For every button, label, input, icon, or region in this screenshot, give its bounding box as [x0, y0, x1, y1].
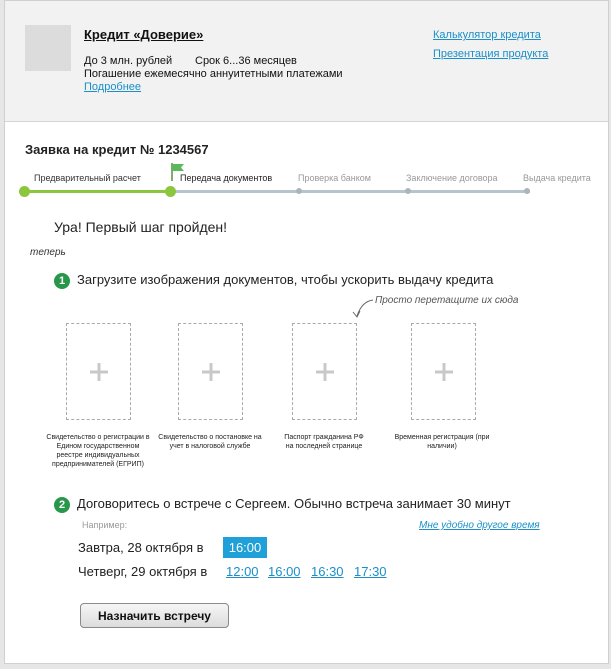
plus-icon: [201, 362, 220, 381]
step-number-badge: 2: [54, 497, 70, 513]
step-dot: [296, 188, 302, 194]
document-caption: Свидетельство о постановке на учет в нал…: [158, 434, 262, 450]
step-number-badge: 1: [54, 273, 70, 289]
upload-slot-egrip[interactable]: [66, 323, 131, 420]
application-title: Заявка на кредит № 1234567: [25, 142, 209, 157]
day1-label: Завтра, 28 октября в: [78, 540, 204, 555]
step-label: Заключение договора: [406, 173, 498, 183]
product-term: Срок 6...36 месяцев: [195, 55, 297, 67]
product-repayment: Погашение ежемесячно аннуитетными платеж…: [84, 68, 343, 80]
product-title[interactable]: Кредит «Доверие»: [84, 27, 203, 42]
progress-done-track: [25, 190, 170, 193]
now-label: теперь: [30, 247, 66, 258]
product-image: [25, 25, 71, 71]
time-slot[interactable]: 16:30: [311, 564, 344, 579]
plus-icon: [89, 362, 108, 381]
product-amount: До 3 млн. рублей: [84, 55, 173, 67]
step-label: Проверка банком: [298, 173, 371, 183]
application-page: Кредит «Доверие» До 3 млн. рублей Срок 6…: [4, 0, 609, 664]
step-label: Предварительный расчет: [34, 173, 141, 183]
calculator-link[interactable]: Калькулятор кредита: [433, 29, 541, 41]
document-caption: Свидетельство о регистрации в Едином гос…: [46, 434, 150, 468]
more-link[interactable]: Подробнее: [84, 81, 141, 93]
time-slot[interactable]: 12:00: [226, 564, 259, 579]
step-dot-done: [19, 186, 30, 197]
drag-hint: Просто перетащите их сюда: [375, 295, 519, 306]
document-caption: Временная регистрация (при наличии): [394, 434, 490, 450]
time-slot[interactable]: 17:30: [354, 564, 387, 579]
step-label: Выдача кредита: [523, 173, 591, 183]
other-time-link[interactable]: Мне удобно другое время: [419, 520, 540, 531]
document-caption: Паспорт гражданина РФ на последней стран…: [284, 434, 364, 450]
upload-slot-passport[interactable]: [292, 323, 357, 420]
plus-icon: [434, 362, 453, 381]
day2-label: Четверг, 29 октября в: [78, 564, 208, 579]
schedule-meeting-button[interactable]: Назначить встречу: [80, 603, 229, 628]
step1-instruction: Загрузите изображения документов, чтобы …: [77, 272, 494, 287]
step-dot-current: [165, 186, 176, 197]
upload-slot-tax[interactable]: [178, 323, 243, 420]
plus-icon: [315, 362, 334, 381]
progress-pending-track: [170, 190, 530, 193]
step-dot: [405, 188, 411, 194]
time-slot[interactable]: 16:00: [268, 564, 301, 579]
presentation-link[interactable]: Презентация продукта: [433, 48, 548, 60]
step-label-current: Передача документов: [180, 173, 273, 183]
step2-instruction: Договоритесь о встрече с Сергеем. Обычно…: [77, 496, 511, 511]
upload-slot-registration[interactable]: [411, 323, 476, 420]
hint-arrow-icon: [352, 299, 374, 318]
time-slot-selected[interactable]: 16:00: [223, 537, 267, 558]
step-dot: [524, 188, 530, 194]
success-message: Ура! Первый шаг пройден!: [54, 219, 228, 235]
example-label: Например:: [82, 520, 128, 530]
product-header: Кредит «Доверие» До 3 млн. рублей Срок 6…: [5, 1, 608, 122]
